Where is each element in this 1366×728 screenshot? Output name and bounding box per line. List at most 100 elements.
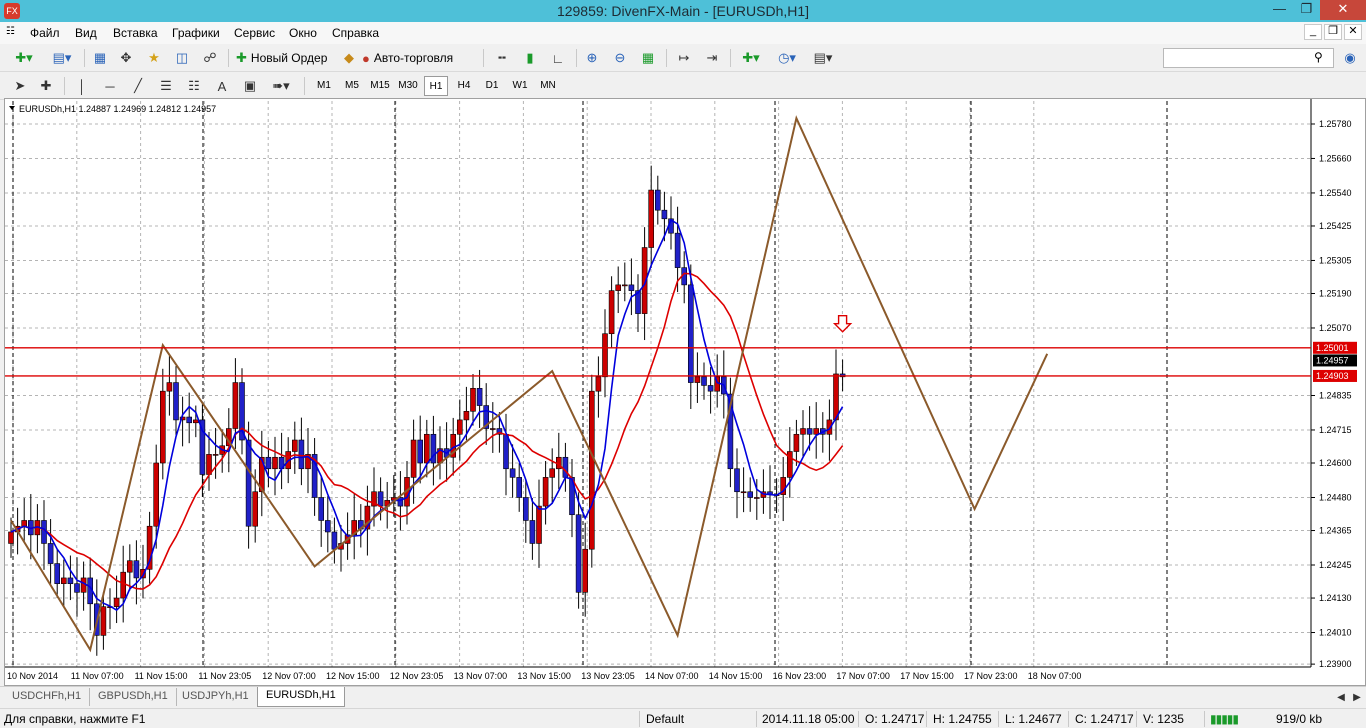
- minimize-icon[interactable]: —: [1266, 0, 1293, 20]
- bull-candle: [536, 505, 542, 544]
- bear-candle: [324, 520, 331, 533]
- bull-candle: [291, 439, 298, 452]
- timeframe-h1[interactable]: H1: [424, 76, 448, 96]
- restore-icon[interactable]: ❐: [1293, 0, 1320, 20]
- trendline-icon[interactable]: ╱: [128, 76, 148, 96]
- menu-file[interactable]: Файл: [30, 26, 60, 40]
- new-order-button[interactable]: ✚ Новый Ордер: [236, 48, 327, 68]
- status-profile: Default: [646, 712, 685, 726]
- chart-window[interactable]: 1.25780 1.25660 1.25540 1.25425 1.25305 1.251…: [4, 98, 1366, 686]
- menu-window[interactable]: Окно: [289, 26, 317, 40]
- mdi-restore-icon[interactable]: ❐: [1324, 24, 1342, 40]
- navigator-icon[interactable]: ★: [144, 48, 164, 68]
- bull-candle: [463, 410, 470, 421]
- tab-scroll-right-icon[interactable]: ▶: [1350, 687, 1364, 707]
- market-watch-icon[interactable]: ▦: [90, 48, 110, 68]
- tile-windows-icon[interactable]: ▦: [638, 48, 658, 68]
- indicators-icon[interactable]: ✚▾: [736, 48, 766, 68]
- y-tick-label: 1.25780: [1319, 119, 1352, 129]
- templates-icon[interactable]: ▤▾: [808, 48, 838, 68]
- bear-candle: [707, 385, 714, 392]
- menu-bar: ☷ Файл Вид Вставка Графики Сервис Окно С…: [0, 22, 1366, 44]
- text-label-icon[interactable]: ▣: [240, 76, 260, 96]
- bear-candle: [265, 456, 272, 470]
- tab-eurusdh-h1[interactable]: EURUSDh,H1: [257, 687, 345, 707]
- y-tick-label: 1.24600: [1319, 458, 1352, 468]
- y-tick-label: 1.25425: [1319, 221, 1352, 231]
- data-window-icon[interactable]: ✥: [116, 48, 136, 68]
- autotrading-button[interactable]: ◆ ● Авто-торговля: [344, 48, 453, 68]
- crosshair-icon[interactable]: ✚: [36, 76, 56, 96]
- tab-scroll-left-icon[interactable]: ◀: [1334, 687, 1348, 707]
- bull-candle: [813, 428, 820, 435]
- bull-candle: [8, 531, 14, 544]
- search-icon[interactable]: ⚲: [1314, 50, 1323, 64]
- tab-usdchfh-h1[interactable]: USDCHFh,H1: [4, 688, 91, 706]
- terminal-icon[interactable]: ◫: [172, 48, 192, 68]
- status-open: O: 1.24717: [865, 712, 925, 726]
- y-tick-label: 1.24835: [1319, 390, 1352, 400]
- bull-candle: [489, 428, 496, 430]
- x-tick-label: 13 Nov 15:00: [517, 671, 571, 681]
- bear-candle: [734, 468, 740, 493]
- search-input[interactable]: [1163, 48, 1334, 68]
- bear-candle: [516, 477, 523, 498]
- bull-candle: [615, 284, 622, 291]
- timeframe-mn[interactable]: MN: [536, 76, 560, 96]
- text-icon[interactable]: A: [212, 76, 232, 96]
- new-order-icon: ✚: [236, 50, 247, 65]
- bear-candle: [687, 284, 694, 383]
- timeframe-m5[interactable]: M5: [340, 76, 364, 96]
- timeframe-m30[interactable]: M30: [396, 76, 420, 96]
- new-chart-icon[interactable]: ✚▾: [8, 48, 40, 68]
- timeframe-w1[interactable]: W1: [508, 76, 532, 96]
- price-chart[interactable]: 1.25780 1.25660 1.25540 1.25425 1.25305 1.251…: [5, 99, 1365, 685]
- close-icon[interactable]: ✕: [1320, 0, 1366, 20]
- menu-charts[interactable]: Графики: [172, 26, 220, 40]
- bear-candle: [747, 491, 754, 498]
- menu-tools[interactable]: Сервис: [234, 26, 275, 40]
- timeframe-d1[interactable]: D1: [480, 76, 504, 96]
- timeframe-m1[interactable]: M1: [312, 76, 336, 96]
- fibonacci-icon[interactable]: ☷: [184, 76, 204, 96]
- mdi-controls: _ ❐ ✕: [1304, 24, 1362, 40]
- equidistant-channel-icon[interactable]: ☰: [156, 76, 176, 96]
- zoom-out-icon[interactable]: ⊖: [610, 48, 630, 68]
- zigzag-line: [10, 115, 1049, 653]
- vertical-line-icon[interactable]: │: [72, 76, 92, 96]
- bull-candle: [833, 373, 839, 421]
- bull-candle: [542, 477, 549, 507]
- tab-usdjpyh-h1[interactable]: USDJPYh,H1: [174, 688, 258, 706]
- timeframe-m15[interactable]: M15: [368, 76, 392, 96]
- mdi-minimize-icon[interactable]: _: [1304, 24, 1322, 40]
- zoom-in-icon[interactable]: ⊕: [582, 48, 602, 68]
- bull-candle: [648, 189, 655, 248]
- timeframe-h4[interactable]: H4: [452, 76, 476, 96]
- chart-header: EURUSDh,H1 1.24887 1.24969 1.24812 1.249…: [19, 104, 216, 114]
- y-tick-label: 1.24365: [1319, 526, 1352, 536]
- y-tick-label: 1.25190: [1319, 288, 1352, 298]
- bear-candle: [806, 428, 813, 435]
- menu-view[interactable]: Вид: [75, 26, 97, 40]
- tab-gbpusdh-h1[interactable]: GBPUSDh,H1: [90, 688, 177, 706]
- bear-candle: [74, 583, 80, 593]
- profiles-icon[interactable]: ▤▾: [46, 48, 78, 68]
- level-label: 1.25001: [1316, 343, 1349, 353]
- mdi-close-icon[interactable]: ✕: [1344, 24, 1362, 40]
- x-tick-label: 17 Nov 23:00: [964, 671, 1018, 681]
- candlestick-icon[interactable]: ▮: [520, 48, 540, 68]
- tester-icon[interactable]: ☍: [200, 48, 220, 68]
- line-chart-icon[interactable]: ∟: [548, 48, 568, 68]
- horizontal-line-icon[interactable]: ─: [100, 76, 120, 96]
- chart-window-icon[interactable]: ☷: [6, 26, 15, 37]
- community-icon[interactable]: ◉: [1340, 48, 1360, 68]
- menu-insert[interactable]: Вставка: [113, 26, 158, 40]
- bar-chart-icon[interactable]: ╍: [492, 48, 512, 68]
- periods-icon[interactable]: ◷▾: [772, 48, 802, 68]
- arrows-icon[interactable]: ➠▾: [266, 76, 296, 96]
- cursor-icon[interactable]: ➤: [10, 76, 30, 96]
- level-label: 1.24903: [1316, 371, 1349, 381]
- auto-scroll-icon[interactable]: ↦: [674, 48, 694, 68]
- menu-help[interactable]: Справка: [332, 26, 379, 40]
- chart-shift-icon[interactable]: ⇥: [702, 48, 722, 68]
